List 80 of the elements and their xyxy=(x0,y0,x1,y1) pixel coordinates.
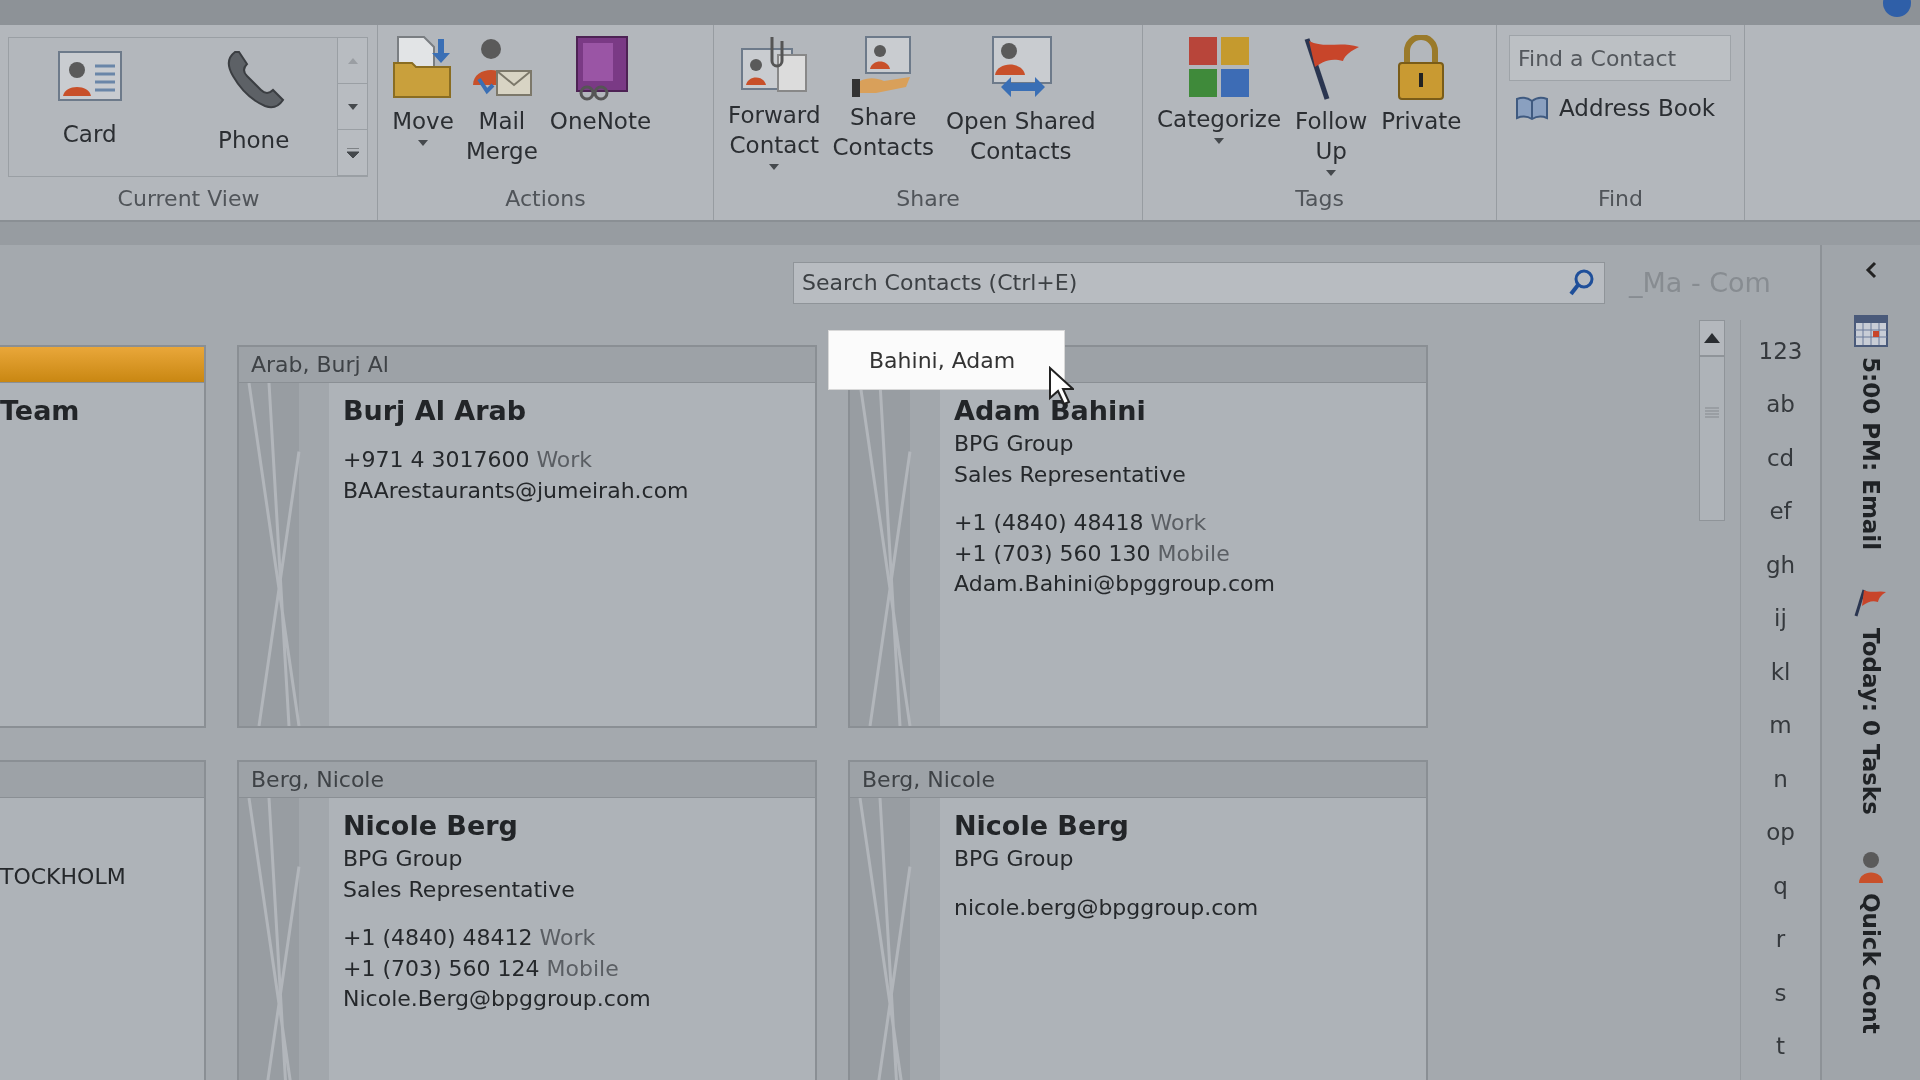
contact-name: Team xyxy=(0,394,80,428)
search-field[interactable]: Search Contacts (Ctrl+E) xyxy=(793,261,1605,304)
index-letter-button[interactable]: t xyxy=(1776,1019,1785,1073)
contact-name: Nicole Berg xyxy=(343,809,519,843)
contact-card[interactable]: TOCKHOLM xyxy=(0,760,206,1080)
card-header: Berg, Nicole xyxy=(850,762,1426,798)
ribbon-button[interactable]: Share Contacts xyxy=(828,35,938,163)
down-arrow-icon xyxy=(347,103,358,110)
group-label: Actions xyxy=(504,184,587,213)
card-header: Berg, Nicole xyxy=(239,762,815,798)
view-option[interactable]: Card xyxy=(52,46,127,176)
phone-number: +1 (703) 560 130 Mobile xyxy=(954,539,1231,568)
index-letter-button[interactable]: r xyxy=(1775,912,1786,966)
ribbon-button[interactable]: Open Shared Contacts xyxy=(941,35,1100,167)
phone-number: +1 (4840) 48418 Work xyxy=(954,509,1208,537)
person-icon xyxy=(1857,851,1885,883)
contact-detail: Sales Representative xyxy=(954,460,1187,489)
contact-detail: Adam.Bahini@bpggroup.com xyxy=(954,570,1275,598)
collapse-chevron-icon[interactable] xyxy=(1864,261,1878,279)
phone-number: +1 (703) 560 124 Mobile xyxy=(343,954,620,983)
ribbon-button[interactable]: Private xyxy=(1377,35,1466,137)
view-option[interactable]: Phone xyxy=(214,46,294,176)
up-arrow-icon xyxy=(1704,333,1720,343)
todo-bar-item[interactable]: Today: 0 Tasks xyxy=(1858,628,1884,815)
contact-detail: BPG Group xyxy=(954,845,1075,873)
ribbon-button[interactable]: Mail Merge xyxy=(462,35,542,167)
gallery-more-button[interactable] xyxy=(338,130,367,176)
ribbon-button[interactable]: OneNote xyxy=(545,35,656,137)
search-icon[interactable] xyxy=(1569,268,1595,297)
index-letter-button[interactable]: q xyxy=(1773,859,1788,913)
contact-detail: BPG Group xyxy=(954,430,1075,458)
find-contact-field[interactable]: Find a Contact xyxy=(1509,35,1731,81)
phone-number: +1 (4840) 48412 Work xyxy=(343,924,597,952)
index-letter-button[interactable]: ef xyxy=(1769,484,1792,538)
index-letter-button[interactable]: ab xyxy=(1766,377,1795,431)
expand-icon xyxy=(346,147,359,158)
index-letter-button[interactable]: cd xyxy=(1766,431,1795,485)
group-label: Current View xyxy=(116,185,261,213)
contact-card[interactable]: Team xyxy=(0,345,206,728)
contact-name: Burj Al Arab xyxy=(343,394,528,428)
group-label: Share xyxy=(895,184,961,213)
ribbon-button[interactable]: Move xyxy=(388,35,458,147)
phone-number: +971 4 3017600 Work xyxy=(343,446,594,474)
scrollbar-thumb[interactable] xyxy=(1699,356,1725,521)
ribbon-button[interactable]: Categorize xyxy=(1153,35,1286,145)
card-header-tooltip: Bahini, Adam xyxy=(828,330,1065,390)
ribbon-button[interactable]: Follow Up xyxy=(1291,35,1372,177)
contact-detail: Sales Representative xyxy=(343,875,576,904)
index-letter-button[interactable]: n xyxy=(1773,752,1788,806)
contact-detail: TOCKHOLM xyxy=(0,863,126,891)
card-header: Arab, Burj Al xyxy=(239,347,815,383)
todo-bar-item[interactable]: Quick Cont xyxy=(1858,893,1884,1034)
color-squares-icon xyxy=(1187,35,1252,99)
contact-card[interactable]: Berg, Nicole Nicole Berg BPG Group nicole.berg@bpggroup.com xyxy=(848,760,1428,1080)
index-letter-button[interactable]: 123 xyxy=(1758,324,1803,378)
index-letter-button[interactable]: op xyxy=(1766,805,1795,859)
up-arrow-icon xyxy=(347,57,358,64)
gallery-down-button[interactable] xyxy=(338,84,367,130)
index-letter-button[interactable]: m xyxy=(1769,698,1792,752)
contact-card[interactable]: Arab, Burj Al Burj Al Arab +971 4 3017600 Work BAArestaurants@jumeirah.com xyxy=(237,345,817,728)
calendar-icon xyxy=(1854,315,1888,347)
scroll-up-button[interactable] xyxy=(1699,320,1725,356)
index-letter-button[interactable]: gh xyxy=(1765,538,1796,592)
address-book-button[interactable]: Address Book xyxy=(1509,95,1722,121)
contact-detail: BPG Group xyxy=(343,845,464,873)
ribbon-button[interactable]: Forward Contact xyxy=(724,35,825,171)
group-label: Tags xyxy=(1294,184,1345,213)
index-letter-button[interactable]: ij xyxy=(1774,591,1787,645)
contact-card[interactable]: Berg, Nicole Nicole Berg BPG Group Sales Representative +1 (4840) 48412 Work +1 (703) 560 124 Mobile Nicole.Berg@bpggroup.com xyxy=(237,760,817,1080)
todo-bar-item[interactable]: 5:00 PM: Email xyxy=(1858,357,1884,551)
contact-detail: nicole.berg@bpggroup.com xyxy=(954,893,1259,922)
index-letter-button[interactable]: kl xyxy=(1770,645,1791,699)
group-label: Find xyxy=(1596,184,1645,213)
contact-detail: BAArestaurants@jumeirah.com xyxy=(343,476,689,505)
contact-detail: Nicole.Berg@bpggroup.com xyxy=(343,985,651,1013)
index-letter-button[interactable]: s xyxy=(1774,966,1787,1020)
contact-name: Nicole Berg xyxy=(954,809,1130,843)
folder-icon xyxy=(392,35,454,101)
contact-name: Adam Bahini xyxy=(954,394,1147,428)
book-icon xyxy=(1515,96,1549,120)
